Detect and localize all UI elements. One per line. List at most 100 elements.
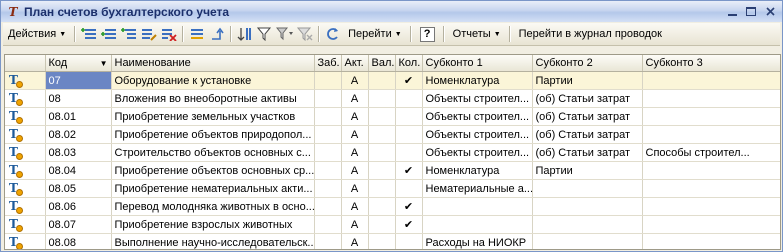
header-subconto-3[interactable]: Субконто 3	[642, 55, 780, 72]
sort-icon[interactable]	[235, 25, 255, 43]
cell-name[interactable]: Приобретение нематериальных акти...	[111, 179, 315, 198]
cell-akt[interactable]: А	[341, 179, 369, 198]
cell-akt[interactable]: А	[341, 233, 369, 249]
cell-zab[interactable]	[314, 197, 342, 216]
table-row[interactable]: T 08.05 Приобретение нематериальных акти..…	[5, 179, 780, 198]
cell-val[interactable]	[368, 233, 396, 249]
cell-zab[interactable]	[314, 161, 342, 180]
cell-sub2[interactable]: Партии	[532, 71, 643, 90]
cell-sub1[interactable]	[422, 215, 533, 234]
table-row[interactable]: T 08.08 Выполнение научно-исследовательск.…	[5, 233, 780, 249]
goto-menu[interactable]: Перейти ▼	[343, 25, 407, 43]
header-akt[interactable]: Акт.	[341, 55, 369, 72]
filter-list-icon[interactable]	[275, 25, 295, 43]
delete-mark-icon[interactable]	[159, 25, 179, 43]
cell-sub2[interactable]: (об) Статьи затрат	[532, 143, 643, 162]
cell-akt[interactable]: А	[341, 197, 369, 216]
cell-zab[interactable]	[314, 179, 342, 198]
table-row[interactable]: T 08.06 Перевод молодняка животных в осно.…	[5, 197, 780, 216]
cell-sub2[interactable]: Партии	[532, 161, 643, 180]
table-row[interactable]: T 07 Оборудование к установке А ✔ Номенклатур…	[5, 71, 780, 90]
cell-code[interactable]: 08.01	[45, 107, 112, 126]
cell-val[interactable]	[368, 179, 396, 198]
cell-sub2[interactable]: (об) Статьи затрат	[532, 125, 643, 144]
cell-akt[interactable]: А	[341, 125, 369, 144]
cell-sub1[interactable]: Номенклатура	[422, 71, 533, 90]
cell-sub3[interactable]: Способы строител...	[642, 143, 780, 162]
cell-sub3[interactable]	[642, 161, 780, 180]
cell-sub2[interactable]	[532, 197, 643, 216]
clear-filter-icon[interactable]	[295, 25, 315, 43]
refresh-icon[interactable]	[323, 25, 343, 43]
cell-val[interactable]	[368, 89, 396, 108]
cell-sub2[interactable]: (об) Статьи затрат	[532, 107, 643, 126]
cell-code[interactable]: 08.05	[45, 179, 112, 198]
cell-sub2[interactable]	[532, 215, 643, 234]
header-kol[interactable]: Кол.	[395, 55, 423, 72]
cell-kol[interactable]	[395, 143, 423, 162]
cell-sub3[interactable]	[642, 179, 780, 198]
cell-akt[interactable]: А	[341, 161, 369, 180]
cell-name[interactable]: Приобретение объектов природопол...	[111, 125, 315, 144]
cell-akt[interactable]: А	[341, 107, 369, 126]
cell-sub3[interactable]	[642, 89, 780, 108]
cell-val[interactable]	[368, 107, 396, 126]
table-row[interactable]: T 08.03 Строительство объектов основных с.…	[5, 143, 780, 162]
cell-name[interactable]: Приобретение взрослых животных	[111, 215, 315, 234]
header-val[interactable]: Вал.	[368, 55, 396, 72]
cell-sub3[interactable]	[642, 215, 780, 234]
cell-sub1[interactable]: Нематериальные а...	[422, 179, 533, 198]
cell-zab[interactable]	[314, 125, 342, 144]
cell-code[interactable]: 08.02	[45, 125, 112, 144]
cell-sub1[interactable]: Объекты строител...	[422, 107, 533, 126]
cell-val[interactable]	[368, 197, 396, 216]
actions-menu[interactable]: Действия ▼	[3, 25, 71, 43]
cell-code[interactable]: 08.06	[45, 197, 112, 216]
copy-item-icon[interactable]	[99, 25, 119, 43]
reports-menu[interactable]: Отчеты ▼	[448, 25, 506, 43]
cell-zab[interactable]	[314, 89, 342, 108]
cell-sub2[interactable]	[532, 233, 643, 249]
header-code[interactable]: Код ▼	[45, 55, 112, 72]
cell-zab[interactable]	[314, 215, 342, 234]
cell-val[interactable]	[368, 143, 396, 162]
cell-name[interactable]: Строительство объектов основных с...	[111, 143, 315, 162]
cell-zab[interactable]	[314, 143, 342, 162]
header-subconto-1[interactable]: Субконто 1	[422, 55, 533, 72]
title-bar[interactable]: T План счетов бухгалтерского учета	[1, 1, 782, 22]
cell-akt[interactable]: А	[341, 143, 369, 162]
header-zab[interactable]: Заб.	[314, 55, 342, 72]
cell-name[interactable]: Выполнение научно-исследовательск...	[111, 233, 315, 249]
cell-val[interactable]	[368, 71, 396, 90]
cell-akt[interactable]: А	[341, 71, 369, 90]
cell-code[interactable]: 08.04	[45, 161, 112, 180]
cell-sub1[interactable]: Объекты строител...	[422, 125, 533, 144]
close-icon[interactable]	[761, 3, 779, 19]
cell-sub3[interactable]	[642, 107, 780, 126]
cell-code[interactable]: 08	[45, 89, 112, 108]
table-row[interactable]: T 08.01 Приобретение земельных участков А Об…	[5, 107, 780, 126]
cell-sub1[interactable]: Номенклатура	[422, 161, 533, 180]
cell-code[interactable]: 08.08	[45, 233, 112, 249]
cell-kol[interactable]	[395, 125, 423, 144]
table-row[interactable]: T 08.04 Приобретение объектов основных ср.…	[5, 161, 780, 180]
hierarchy-icon[interactable]	[187, 25, 207, 43]
cell-sub3[interactable]	[642, 197, 780, 216]
table-row[interactable]: T 08.02 Приобретение объектов природопол..…	[5, 125, 780, 144]
cell-akt[interactable]: А	[341, 89, 369, 108]
cell-sub3[interactable]	[642, 125, 780, 144]
add-item-icon[interactable]	[79, 25, 99, 43]
cell-name[interactable]: Перевод молодняка животных в осно...	[111, 197, 315, 216]
cell-name[interactable]: Оборудование к установке	[111, 71, 315, 90]
cell-code[interactable]: 07	[45, 71, 112, 90]
table-row[interactable]: T 08 Вложения во внеоборотные активы А Объек…	[5, 89, 780, 108]
cell-kol[interactable]	[395, 107, 423, 126]
cell-sub1[interactable]: Расходы на НИОКР	[422, 233, 533, 249]
cell-sub2[interactable]	[532, 179, 643, 198]
cell-code[interactable]: 08.03	[45, 143, 112, 162]
cell-kol[interactable]: ✔	[395, 71, 423, 90]
cell-sub1[interactable]: Объекты строител...	[422, 143, 533, 162]
cell-val[interactable]	[368, 215, 396, 234]
cell-zab[interactable]	[314, 71, 342, 90]
cell-val[interactable]	[368, 161, 396, 180]
